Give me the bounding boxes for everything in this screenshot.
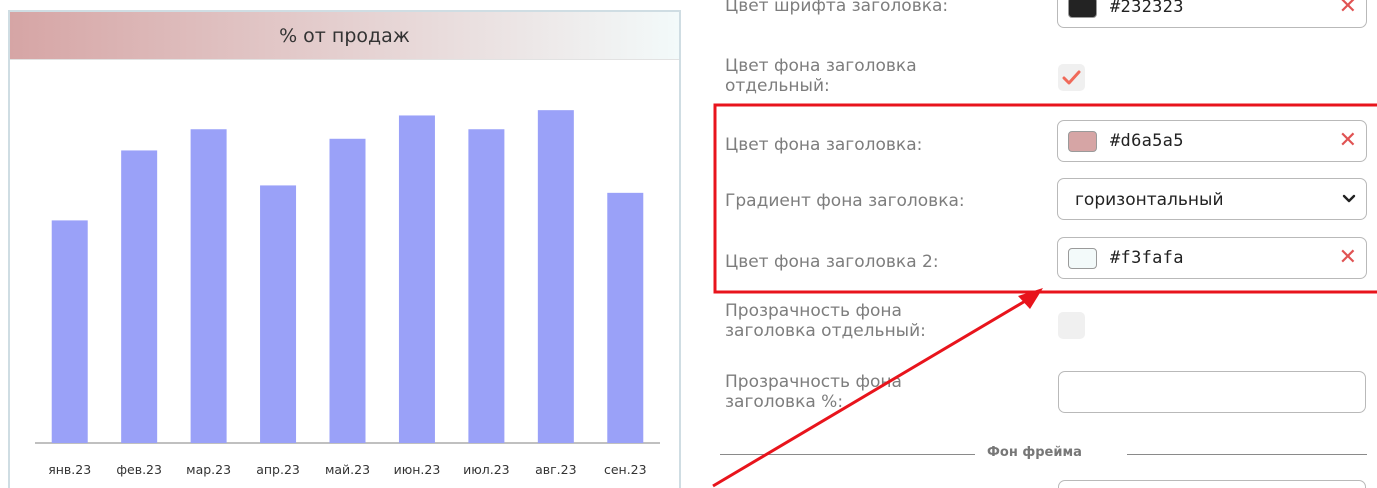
header-bg-gradient-label: Градиент фона заголовка: (725, 191, 965, 211)
bar-сен.23[interactable] (607, 192, 644, 443)
color-value: #232323 (1110, 0, 1184, 17)
checkmark-icon (1062, 70, 1081, 85)
color-value: #f3fafa (1110, 248, 1184, 268)
settings-panel: Цвет шрифта заголовка: #232323 ✕ Цвет фо… (700, 0, 1377, 488)
divider (720, 454, 975, 455)
section-title: Фон фрейма (987, 445, 1082, 460)
bar-май.23[interactable] (329, 138, 366, 443)
header-opacity-pct-input[interactable] (1058, 371, 1366, 413)
divider (1127, 454, 1367, 455)
bar-янв.23[interactable] (51, 220, 88, 443)
x-tick-label: фев.23 (116, 462, 162, 477)
bar-авг.23[interactable] (537, 110, 574, 443)
header-bg-color-label: Цвет фона заголовка: (725, 135, 923, 155)
header-bg-separate-label: Цвет фона заголовка отдельный: (725, 56, 917, 96)
clear-icon[interactable]: ✕ (1339, 0, 1357, 19)
header-opacity-separate-checkbox[interactable] (1058, 312, 1085, 339)
header-bg-color2-input[interactable]: #f3fafa ✕ (1057, 237, 1367, 279)
header-font-color-input[interactable]: #232323 ✕ (1057, 0, 1367, 28)
header-opacity-separate-label: Прозрачность фона заголовка отдельный: (725, 301, 926, 341)
bar-фев.23[interactable] (121, 150, 158, 443)
clear-icon[interactable]: ✕ (1339, 246, 1357, 270)
bar-chart: янв.23 фев.23 мар.23 апр.23 май.23 июн.23 июл.… (35, 110, 660, 477)
header-bg-color2-label: Цвет фона заголовка 2: (725, 252, 939, 272)
chevron-down-icon (1342, 194, 1356, 203)
bar-апр.23[interactable] (260, 185, 297, 444)
chart-widget: % от продаж янв.23 фев.23 мар.23 апр.23 май.… (8, 10, 681, 488)
color-swatch[interactable] (1068, 131, 1097, 152)
x-tick-label: сен.23 (604, 462, 647, 477)
bar-июл.23[interactable] (468, 129, 505, 443)
color-swatch[interactable] (1068, 248, 1097, 269)
clear-icon[interactable]: ✕ (1339, 129, 1357, 153)
x-tick-label: янв.23 (48, 462, 91, 477)
color-value: #d6a5a5 (1110, 131, 1184, 151)
header-bg-separate-checkbox[interactable] (1058, 64, 1085, 91)
frame-bg-input[interactable] (1058, 480, 1366, 488)
bar-мар.23[interactable] (190, 129, 227, 443)
x-tick-label: июн.23 (394, 462, 441, 477)
bar-июн.23[interactable] (398, 115, 435, 444)
header-bg-color-input[interactable]: #d6a5a5 ✕ (1057, 120, 1367, 162)
header-font-color-label: Цвет шрифта заголовка: (725, 0, 949, 16)
header-opacity-pct-label: Прозрачность фона заголовка %: (725, 372, 902, 412)
x-tick-label: май.23 (325, 462, 370, 477)
widget-area: % от продаж янв.23 фев.23 мар.23 апр.23 май.… (0, 0, 690, 488)
select-value: горизонтальный (1075, 190, 1224, 210)
header-bg-gradient-select[interactable]: горизонтальный (1057, 178, 1367, 220)
x-tick-label: мар.23 (186, 462, 231, 477)
x-tick-label: авг.23 (535, 462, 576, 477)
color-swatch[interactable] (1068, 0, 1097, 18)
x-tick-label: апр.23 (256, 462, 300, 477)
x-tick-label: июл.23 (463, 462, 510, 477)
